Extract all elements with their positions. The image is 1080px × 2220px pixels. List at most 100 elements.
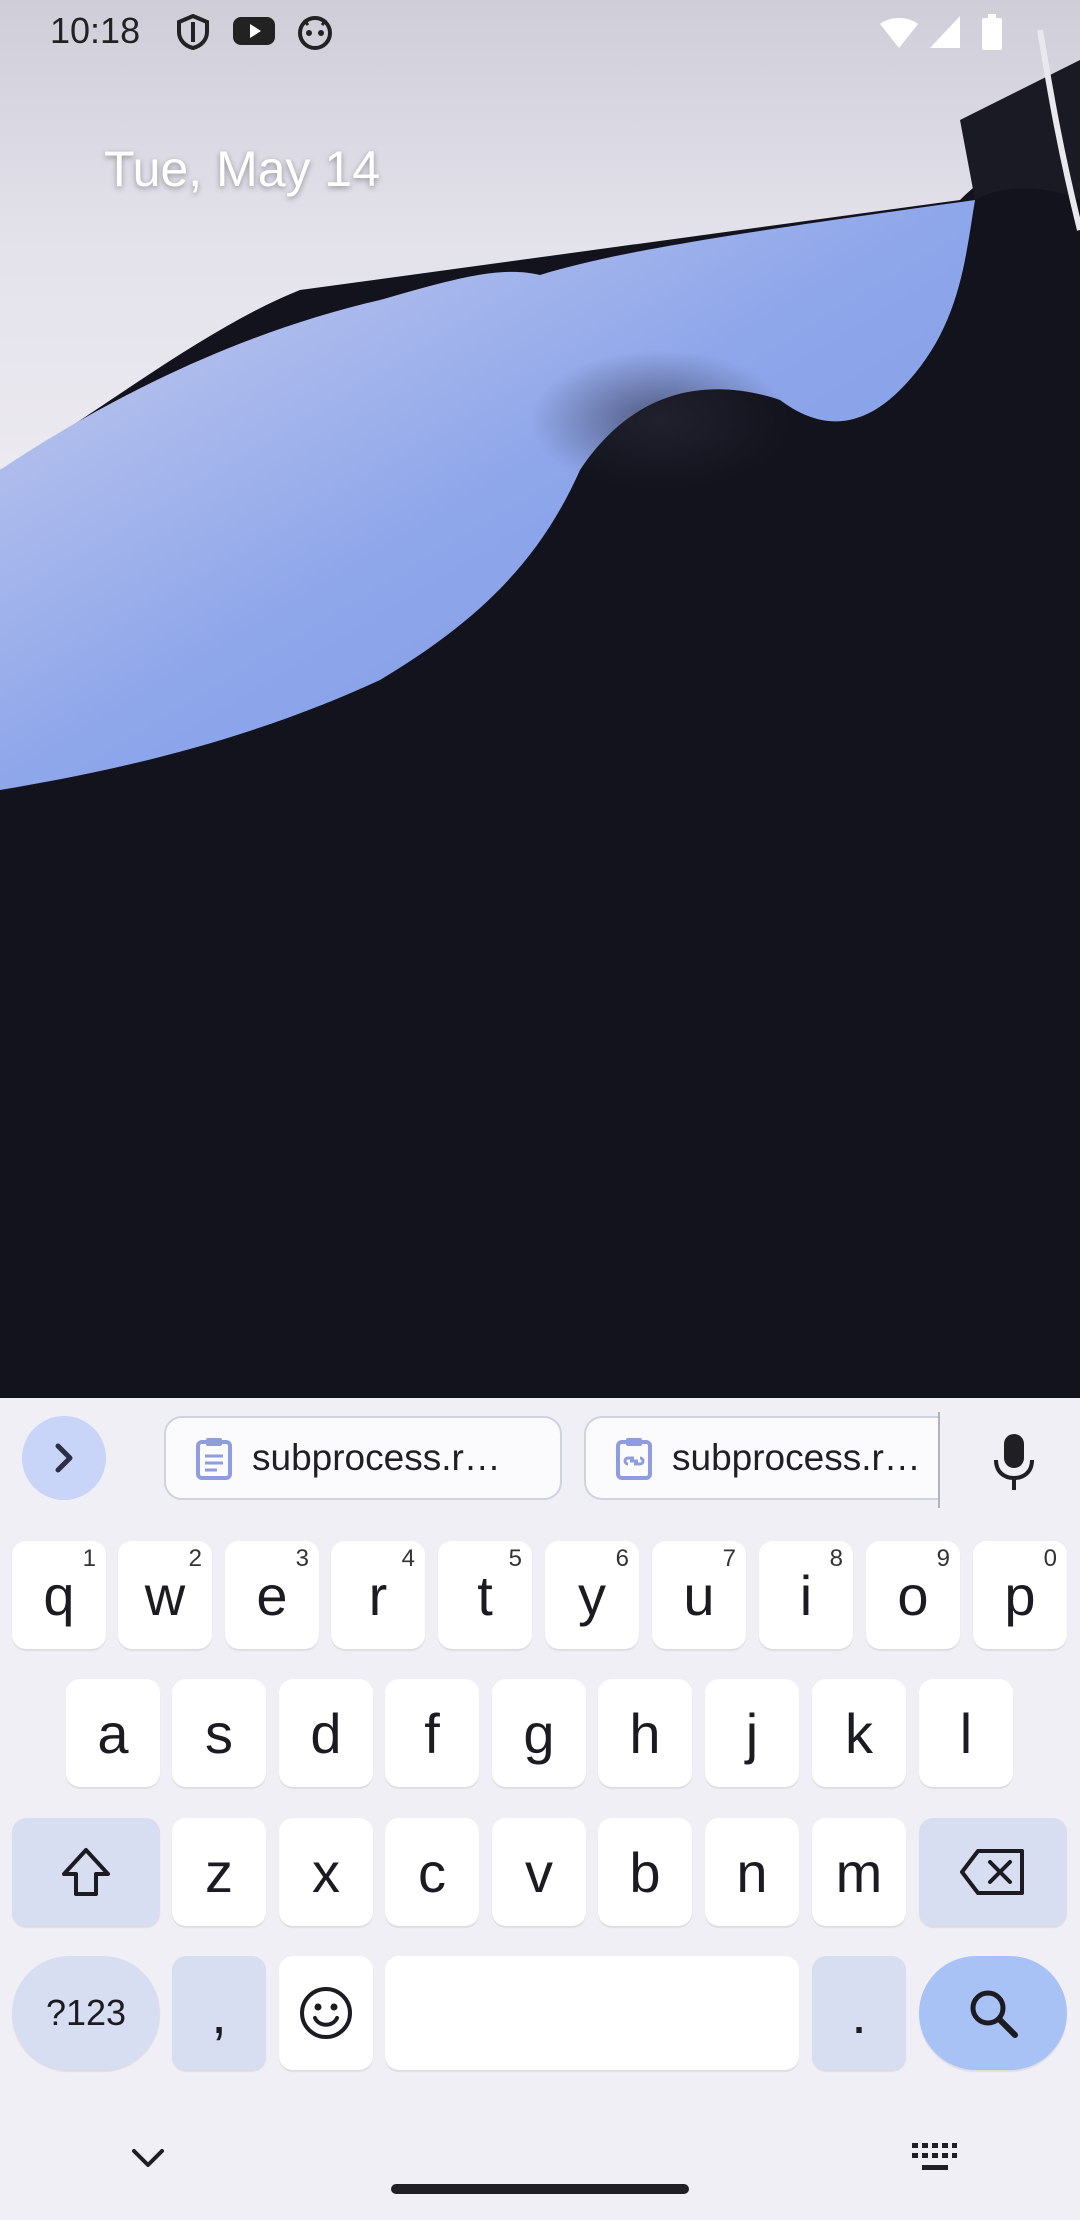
wallpaper-art xyxy=(0,0,1080,1398)
clipboard-suggestion-chip[interactable]: subprocess.r… xyxy=(164,1416,562,1500)
android-icon xyxy=(296,14,334,55)
switch-keyboard-button[interactable] xyxy=(904,2130,964,2186)
keyboard: subprocess.r… subprocess.r… q1 w2 e3 r4 … xyxy=(0,1398,1080,2220)
home-indicator[interactable] xyxy=(391,2184,689,2194)
shift-icon xyxy=(62,1848,110,1896)
backspace-key[interactable] xyxy=(919,1818,1067,1926)
symbols-key[interactable]: ?123 xyxy=(12,1956,160,2070)
key-f[interactable]: f xyxy=(385,1679,479,1787)
clipboard-link-suggestion-text: subprocess.r… xyxy=(672,1437,921,1478)
key-label: , xyxy=(211,1981,227,2045)
key-label: b xyxy=(629,1840,661,1904)
key-label: p xyxy=(1004,1563,1036,1627)
key-label: f xyxy=(424,1701,440,1765)
key-label: r xyxy=(368,1563,388,1627)
key-w[interactable]: w2 xyxy=(118,1541,212,1649)
key-hint: 5 xyxy=(508,1545,522,1572)
key-label: u xyxy=(683,1563,715,1627)
key-hint: 8 xyxy=(829,1545,843,1572)
key-label: k xyxy=(845,1701,873,1765)
key-label: z xyxy=(205,1840,233,1904)
key-hint: 6 xyxy=(615,1545,629,1572)
key-v[interactable]: v xyxy=(492,1818,586,1926)
expand-toolbar-button[interactable] xyxy=(22,1416,106,1500)
key-g[interactable]: g xyxy=(492,1679,586,1787)
clipboard-icon xyxy=(196,1438,232,1480)
key-z[interactable]: z xyxy=(172,1818,266,1926)
key-k[interactable]: k xyxy=(812,1679,906,1787)
key-hint: 1 xyxy=(82,1545,96,1572)
signal-icon xyxy=(928,14,962,55)
shift-key[interactable] xyxy=(12,1818,160,1926)
key-label: m xyxy=(835,1840,883,1904)
key-label: v xyxy=(525,1840,553,1904)
key-label: o xyxy=(897,1563,929,1627)
key-hint: 2 xyxy=(188,1545,202,1572)
key-i[interactable]: i8 xyxy=(759,1541,853,1649)
key-label: g xyxy=(523,1701,555,1765)
key-b[interactable]: b xyxy=(598,1818,692,1926)
key-o[interactable]: o9 xyxy=(866,1541,960,1649)
hide-keyboard-button[interactable] xyxy=(120,2130,176,2186)
key-q[interactable]: q1 xyxy=(12,1541,106,1649)
chevron-down-icon xyxy=(132,2149,164,2167)
key-hint: 0 xyxy=(1043,1545,1057,1572)
key-label: ?123 xyxy=(45,1992,127,2033)
search-key[interactable] xyxy=(919,1956,1067,2070)
suggestion-divider xyxy=(938,1412,940,1508)
key-label: s xyxy=(205,1701,233,1765)
key-label: x xyxy=(312,1840,340,1904)
youtube-icon xyxy=(232,14,276,53)
key-hint: 7 xyxy=(722,1545,736,1572)
key-r[interactable]: r4 xyxy=(331,1541,425,1649)
key-label: i xyxy=(799,1563,813,1627)
search-icon xyxy=(970,1990,1018,2038)
keyboard-icon xyxy=(912,2143,957,2170)
key-n[interactable]: n xyxy=(705,1818,799,1926)
clipboard-suggestion-text: subprocess.r… xyxy=(252,1437,501,1478)
lock-screen-wallpaper xyxy=(0,0,1080,1398)
lock-screen-date: Tue, May 14 xyxy=(104,141,381,197)
key-u[interactable]: u7 xyxy=(652,1541,746,1649)
keyboard-nav-row xyxy=(0,2118,1080,2220)
key-j[interactable]: j xyxy=(705,1679,799,1787)
key-label: j xyxy=(745,1701,759,1765)
key-y[interactable]: y6 xyxy=(545,1541,639,1649)
key-label: c xyxy=(418,1840,446,1904)
key-label: n xyxy=(736,1840,768,1904)
clipboard-link-suggestion-chip[interactable]: subprocess.r… xyxy=(584,1416,940,1500)
key-label: l xyxy=(959,1701,973,1765)
key-h[interactable]: h xyxy=(598,1679,692,1787)
key-label: d xyxy=(310,1701,342,1765)
key-x[interactable]: x xyxy=(279,1818,373,1926)
key-hint: 3 xyxy=(295,1545,309,1572)
key-label: w xyxy=(144,1563,186,1627)
space-key[interactable] xyxy=(385,1956,799,2070)
key-label: . xyxy=(851,1981,867,2045)
key-t[interactable]: t5 xyxy=(438,1541,532,1649)
microphone-icon xyxy=(994,1434,1034,1490)
key-l[interactable]: l xyxy=(919,1679,1013,1787)
comma-key[interactable]: , xyxy=(172,1956,266,2070)
key-label: a xyxy=(97,1701,129,1765)
key-label: h xyxy=(629,1701,661,1765)
emoji-icon xyxy=(300,1987,352,2039)
period-key[interactable]: . xyxy=(812,1956,906,2070)
key-p[interactable]: p0 xyxy=(973,1541,1067,1649)
status-clock: 10:18 xyxy=(50,10,141,51)
voice-input-button[interactable] xyxy=(978,1426,1050,1498)
key-label: q xyxy=(43,1563,75,1627)
key-c[interactable]: c xyxy=(385,1818,479,1926)
key-e[interactable]: e3 xyxy=(225,1541,319,1649)
key-label: y xyxy=(578,1563,606,1627)
key-label: t xyxy=(477,1563,493,1627)
emoji-key[interactable] xyxy=(279,1956,373,2070)
key-s[interactable]: s xyxy=(172,1679,266,1787)
key-a[interactable]: a xyxy=(66,1679,160,1787)
key-m[interactable]: m xyxy=(812,1818,906,1926)
key-d[interactable]: d xyxy=(279,1679,373,1787)
chevron-right-icon xyxy=(55,1443,73,1473)
key-label: e xyxy=(256,1563,288,1627)
key-hint: 9 xyxy=(936,1545,950,1572)
status-bar: 10:18 xyxy=(0,0,1080,64)
